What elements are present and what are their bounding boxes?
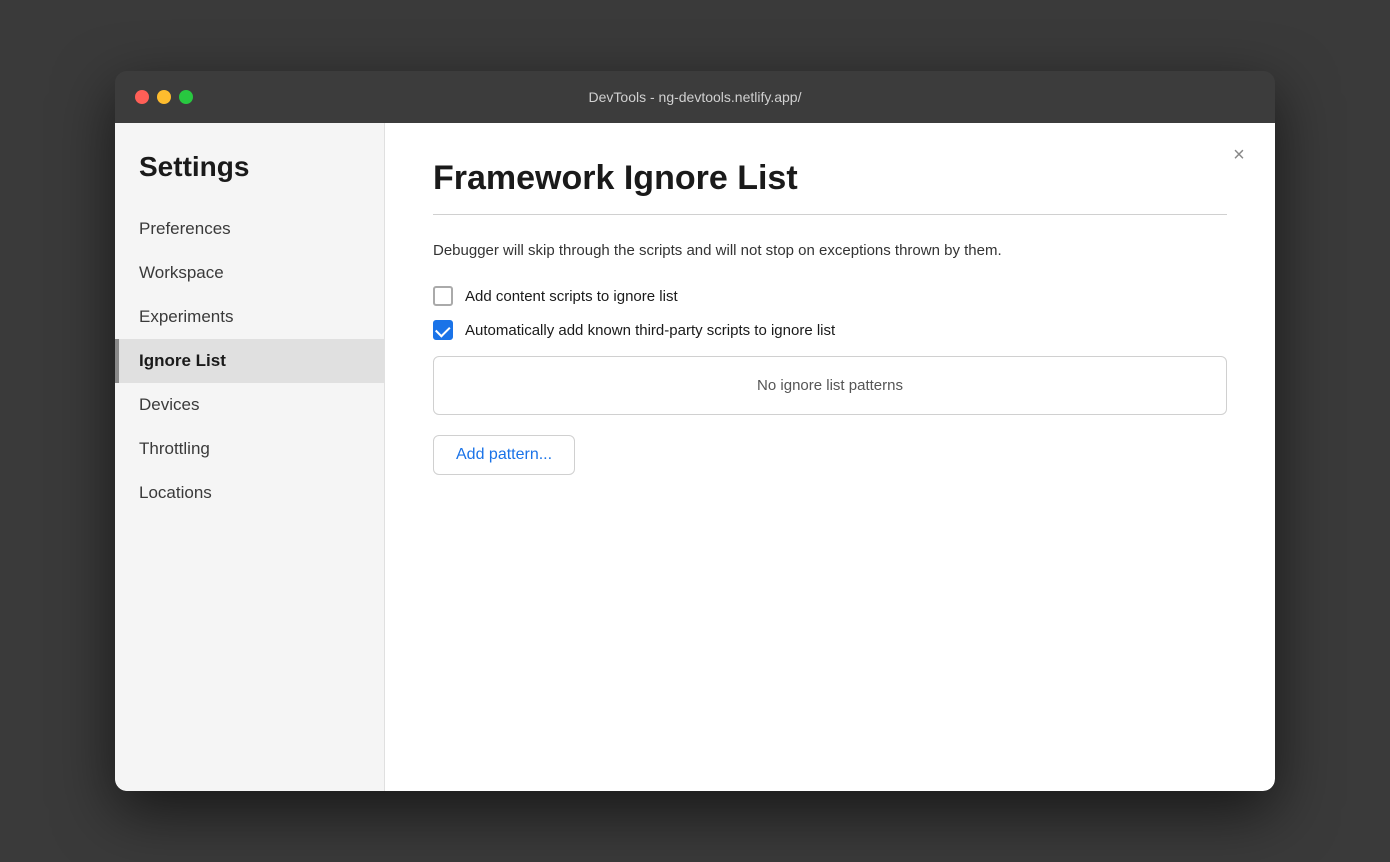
patterns-box: No ignore list patterns [433, 356, 1227, 415]
title-bar: DevTools - ng-devtools.netlify.app/ [115, 71, 1275, 123]
sidebar-title: Settings [115, 151, 384, 207]
checkbox-label-content-scripts: Add content scripts to ignore list [465, 288, 678, 305]
main-content: × Framework Ignore List Debugger will sk… [385, 123, 1275, 791]
checkbox-row-content-scripts: Add content scripts to ignore list [433, 286, 1227, 306]
sidebar-item-devices[interactable]: Devices [115, 383, 384, 427]
sidebar-item-experiments[interactable]: Experiments [115, 295, 384, 339]
minimize-traffic-light[interactable] [157, 90, 171, 104]
window-content: Settings Preferences Workspace Experimen… [115, 123, 1275, 791]
checkbox-auto-add-third-party[interactable] [433, 320, 453, 340]
description-text: Debugger will skip through the scripts a… [433, 239, 1153, 262]
checkbox-label-auto-add: Automatically add known third-party scri… [465, 322, 835, 339]
checkbox-row-auto-add: Automatically add known third-party scri… [433, 320, 1227, 340]
window: DevTools - ng-devtools.netlify.app/ Sett… [115, 71, 1275, 791]
add-pattern-button[interactable]: Add pattern... [433, 435, 575, 475]
sidebar-item-workspace[interactable]: Workspace [115, 251, 384, 295]
section-divider [433, 214, 1227, 215]
close-traffic-light[interactable] [135, 90, 149, 104]
close-button[interactable]: × [1227, 143, 1251, 167]
sidebar: Settings Preferences Workspace Experimen… [115, 123, 385, 791]
patterns-empty-text: No ignore list patterns [757, 377, 903, 394]
sidebar-nav: Preferences Workspace Experiments Ignore… [115, 207, 384, 515]
sidebar-item-ignore-list[interactable]: Ignore List [115, 339, 384, 383]
sidebar-item-locations[interactable]: Locations [115, 471, 384, 515]
traffic-lights [135, 90, 193, 104]
maximize-traffic-light[interactable] [179, 90, 193, 104]
checkbox-add-content-scripts[interactable] [433, 286, 453, 306]
window-title: DevTools - ng-devtools.netlify.app/ [589, 89, 802, 105]
sidebar-item-throttling[interactable]: Throttling [115, 427, 384, 471]
page-title: Framework Ignore List [433, 159, 1227, 198]
sidebar-item-preferences[interactable]: Preferences [115, 207, 384, 251]
